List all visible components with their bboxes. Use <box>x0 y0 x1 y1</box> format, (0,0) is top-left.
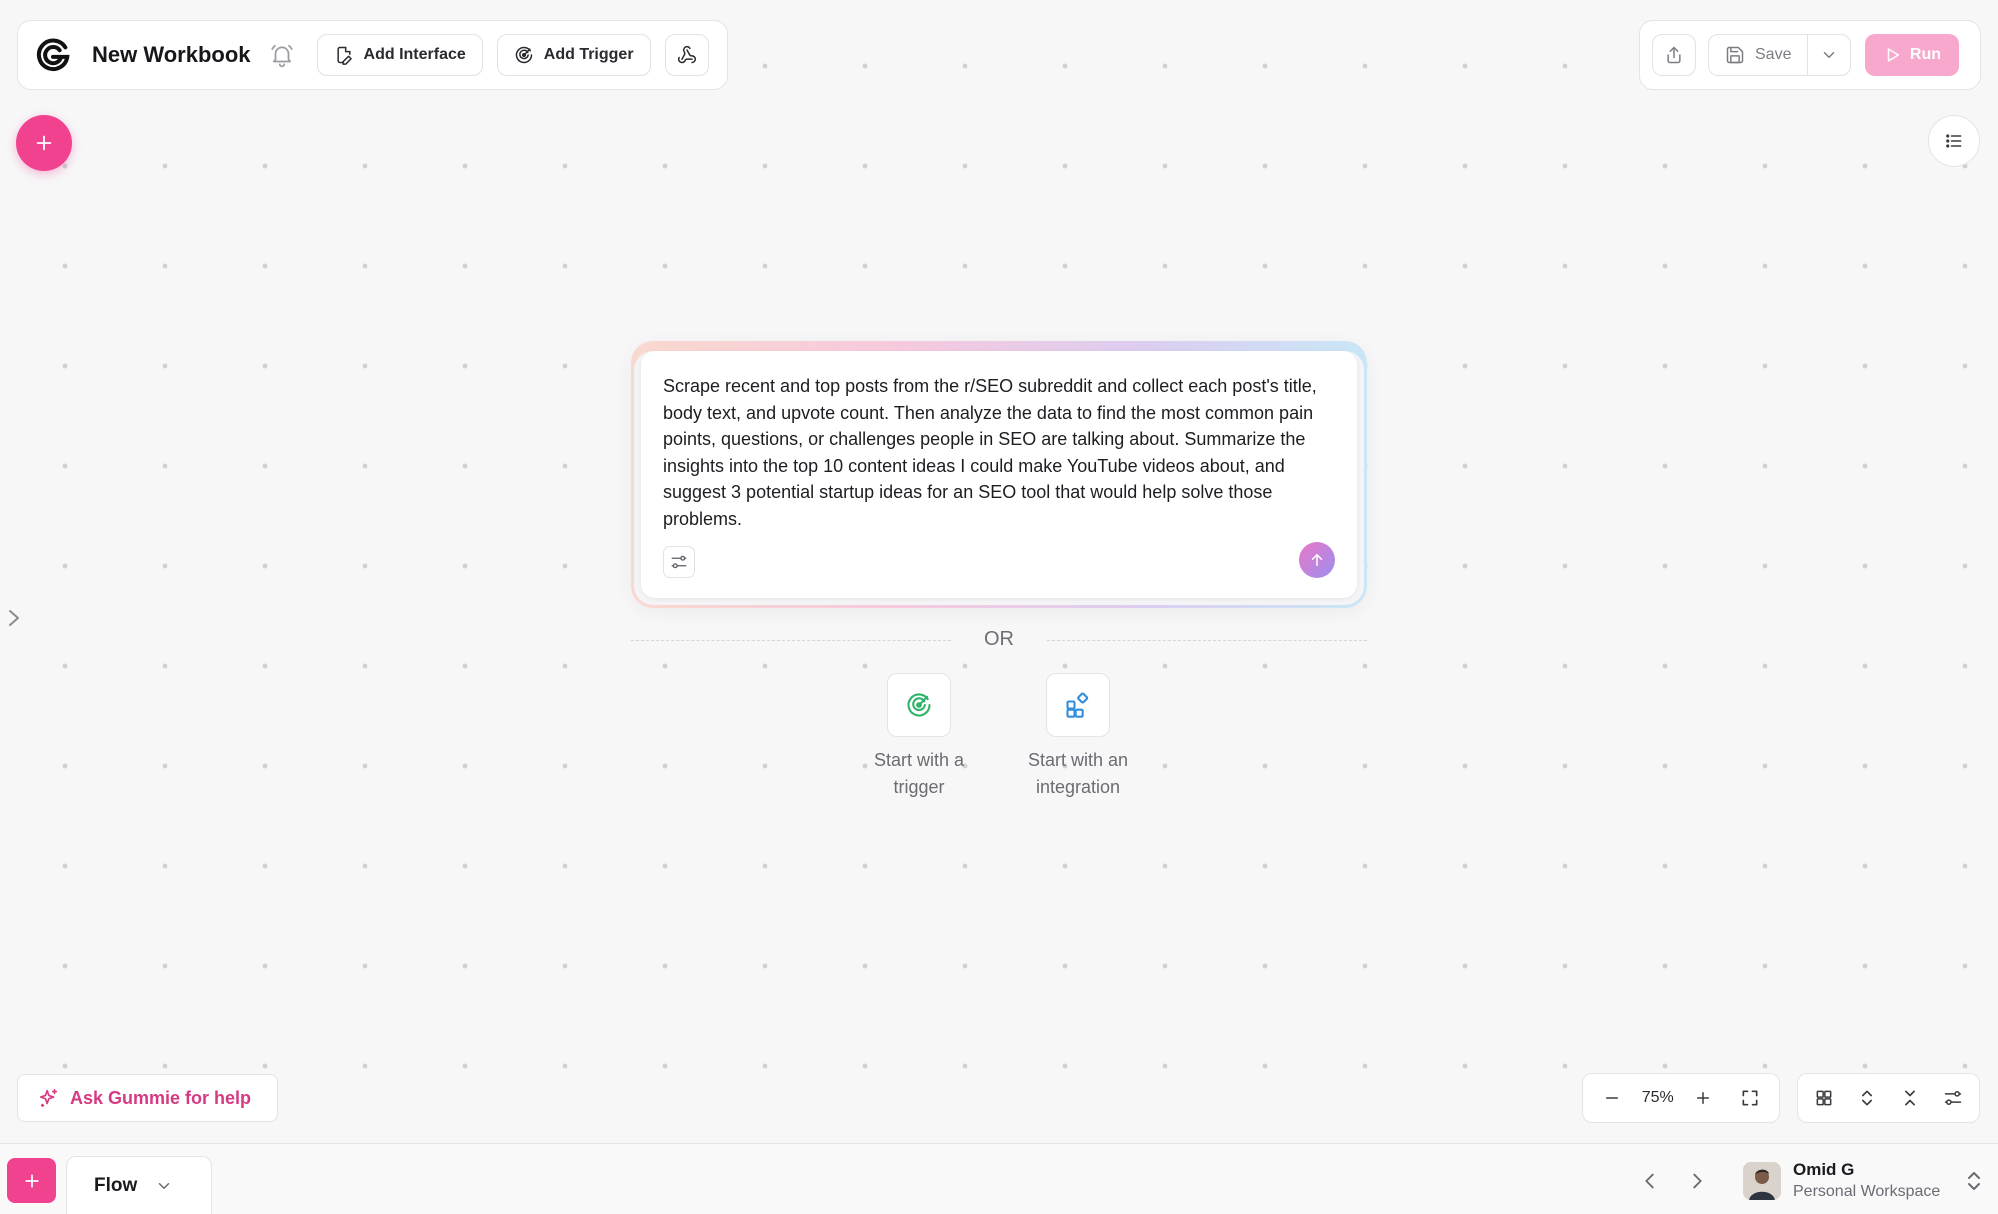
chevron-down-icon[interactable] <box>155 1177 173 1195</box>
ask-gummie-label: Ask Gummie for help <box>70 1087 252 1108</box>
trigger-label-line2: trigger <box>893 777 945 797</box>
collapse-all-button[interactable] <box>1893 1081 1927 1115</box>
webhook-button[interactable] <box>664 34 709 76</box>
chevron-left-icon <box>1645 1173 1654 1189</box>
expand-all-button[interactable] <box>1850 1081 1884 1115</box>
user-info: Omid G Personal Workspace <box>1793 1159 1940 1203</box>
list-icon <box>1944 131 1964 151</box>
add-node-button[interactable] <box>16 115 72 171</box>
share-button[interactable] <box>1652 34 1696 76</box>
add-trigger-label: Add Trigger <box>543 46 634 63</box>
previous-button[interactable] <box>1639 1170 1661 1192</box>
plus-icon <box>1697 1092 1710 1104</box>
plus-icon <box>24 1173 39 1188</box>
chevrons-up-down-icon <box>1965 1170 1983 1192</box>
zoom-out-button[interactable] <box>1595 1081 1629 1115</box>
zoom-level: 75% <box>1641 1089 1674 1106</box>
sliders-icon <box>670 553 688 571</box>
workbook-header: New Workbook Add Interface Add Trigger <box>17 20 728 90</box>
tab-flow[interactable]: Flow <box>66 1156 212 1214</box>
fullscreen-icon <box>1742 1090 1758 1106</box>
prompt-settings-button[interactable] <box>663 546 695 578</box>
start-with-integration-option[interactable]: Start with an integration <box>1008 673 1148 801</box>
save-label: Save <box>1755 46 1792 63</box>
chevron-down-icon <box>1820 46 1838 64</box>
canvas-settings-button[interactable] <box>1936 1081 1970 1115</box>
grid-view-button[interactable] <box>1807 1081 1841 1115</box>
integration-option-button[interactable] <box>1046 673 1110 737</box>
trigger-label-line1: Start with a <box>873 750 965 770</box>
chevrons-down-up-icon <box>1905 1090 1916 1106</box>
or-divider: OR <box>631 628 1367 652</box>
expand-sidebar-icon[interactable] <box>6 606 22 630</box>
add-interface-button[interactable]: Add Interface <box>316 34 483 76</box>
floppy-icon <box>1725 45 1745 65</box>
grid-icon <box>1816 1090 1832 1106</box>
zoom-controls: 75% <box>1582 1073 1780 1123</box>
prompt-container: Scrape recent and top posts from the r/S… <box>631 341 1367 608</box>
prompt-card: Scrape recent and top posts from the r/S… <box>641 351 1357 598</box>
send-prompt-button[interactable] <box>1299 542 1335 578</box>
zoom-in-button[interactable] <box>1686 1081 1720 1115</box>
ask-gummie-button[interactable]: Ask Gummie for help <box>17 1074 278 1122</box>
start-with-trigger-option[interactable]: Start with a trigger <box>849 673 989 801</box>
run-label: Run <box>1909 46 1942 63</box>
workbook-title[interactable]: New Workbook <box>92 42 251 68</box>
bell-icon[interactable] <box>269 42 295 68</box>
workspace-switcher[interactable]: Omid G Personal Workspace <box>1743 1154 1983 1208</box>
trigger-option-label: Start with a trigger <box>849 747 989 801</box>
run-controls: Save Run <box>1639 20 1981 90</box>
tab-flow-label: Flow <box>94 1175 138 1196</box>
play-icon <box>1884 46 1902 64</box>
add-tab-button[interactable] <box>7 1158 56 1203</box>
integration-icon <box>1064 691 1092 719</box>
add-interface-label: Add Interface <box>363 46 466 63</box>
avatar <box>1743 1162 1781 1200</box>
run-button[interactable]: Run <box>1865 34 1960 76</box>
fit-view-button[interactable] <box>1733 1081 1767 1115</box>
file-edit-icon <box>334 45 354 65</box>
sparkle-icon <box>38 1087 60 1109</box>
add-trigger-button[interactable]: Add Trigger <box>496 34 651 76</box>
save-button[interactable]: Save <box>1709 35 1809 75</box>
upload-icon <box>1664 45 1684 65</box>
bottom-bar: Flow Omid G Personal Workspace <box>0 1143 1998 1214</box>
outline-button[interactable] <box>1928 115 1980 167</box>
trigger-icon <box>905 691 933 719</box>
integration-label-line1: Start with an <box>1027 750 1129 770</box>
workspace-name: Personal Workspace <box>1793 1183 1941 1200</box>
integration-label-line2: integration <box>1035 777 1121 797</box>
integration-option-label: Start with an integration <box>1008 747 1148 801</box>
save-options-button[interactable] <box>1808 35 1850 75</box>
save-group: Save <box>1708 34 1852 76</box>
app-logo-icon[interactable] <box>34 36 72 74</box>
radar-icon <box>514 45 534 65</box>
chevron-right-icon <box>1693 1173 1702 1189</box>
minus-icon <box>1606 1097 1619 1099</box>
divider-line <box>1047 640 1367 641</box>
view-controls <box>1797 1073 1980 1123</box>
sliders-icon <box>1945 1091 1962 1105</box>
chevrons-up-down-icon <box>1861 1090 1872 1106</box>
next-button[interactable] <box>1686 1170 1708 1192</box>
arrow-up-icon <box>1308 551 1326 569</box>
plus-icon <box>33 132 55 154</box>
trigger-option-button[interactable] <box>887 673 951 737</box>
webhook-icon <box>677 45 697 65</box>
user-name: Omid G <box>1793 1160 1855 1179</box>
prompt-input[interactable]: Scrape recent and top posts from the r/S… <box>663 373 1343 533</box>
